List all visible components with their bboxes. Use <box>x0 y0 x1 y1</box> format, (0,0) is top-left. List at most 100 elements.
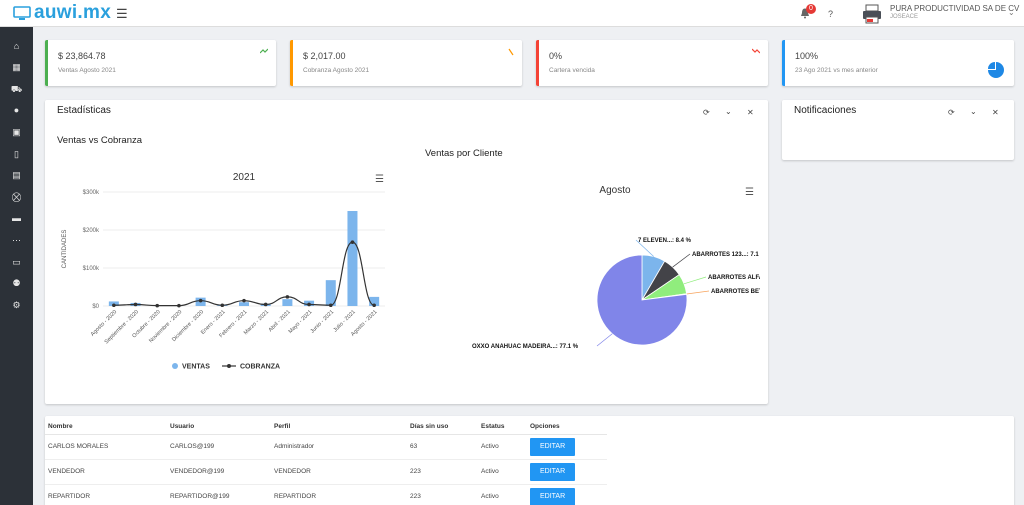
point-cobranza[interactable] <box>155 303 160 308</box>
bar-ventas[interactable] <box>239 302 249 306</box>
cart-icon[interactable]: ⛒ <box>0 190 33 204</box>
table-cell: REPARTIDOR <box>271 484 407 505</box>
stat-value: 0% <box>549 51 563 61</box>
bar-ventas[interactable] <box>347 211 358 306</box>
table-cell: REPARTIDOR@199 <box>167 484 271 505</box>
legend-cobranza-marker <box>227 364 231 368</box>
table-cell: REPARTIDOR <box>45 484 167 505</box>
app-logo[interactable]: auwi.mx <box>13 2 111 23</box>
store-icon[interactable]: ▬ <box>0 212 33 226</box>
chevron-down-icon[interactable]: ⌄ <box>1008 8 1015 17</box>
pie-label: ABARROTES 123...: 7.1 % <box>692 252 760 258</box>
y-axis-label: CANTIDADES <box>62 230 68 269</box>
options-cell: EDITAR <box>527 484 607 505</box>
table-cell: VENDEDOR@199 <box>167 459 271 485</box>
column-header: Usuario <box>167 419 271 435</box>
chart-title: 2021 <box>233 172 256 183</box>
edit-button[interactable]: EDITAR <box>530 462 576 481</box>
calculator-icon[interactable]: ▦ <box>0 61 33 75</box>
close-icon[interactable]: ✕ <box>747 108 754 117</box>
table-cell: Activo <box>478 434 527 460</box>
table-row: CARLOS MORALES CARLOS@199 Administrador 63 A… <box>45 434 607 460</box>
ventas-cobranza-title: Ventas vs Cobranza <box>57 135 143 146</box>
card-title: Notificaciones <box>794 105 857 116</box>
point-cobranza[interactable] <box>263 302 268 307</box>
column-header: Perfil <box>271 419 407 435</box>
printer-logo-icon <box>863 4 881 24</box>
pie-label: OXXO ANAHUAC MADEIRA...: 77.1 % <box>472 344 579 350</box>
point-cobranza[interactable] <box>307 302 311 307</box>
table-cell: VENDEDOR <box>45 459 167 485</box>
table-cell: 63 <box>407 434 478 460</box>
user-icon[interactable]: ● <box>0 104 33 118</box>
table-cell: CARLOS MORALES <box>45 434 167 460</box>
company-name[interactable]: PURA PRODUCTIVIDAD SA DE CV <box>890 4 1019 13</box>
stat-value: 100% <box>795 51 819 61</box>
chart-menu-icon[interactable]: ☰ <box>375 174 384 185</box>
legend-ventas-marker <box>172 363 178 369</box>
table-cell: 223 <box>407 484 478 505</box>
menu-toggle-icon[interactable]: ☰ <box>116 6 128 22</box>
chevron-down-icon[interactable]: ⌄ <box>970 107 977 116</box>
refresh-icon[interactable]: ⟳ <box>948 108 955 117</box>
column-header: Días sin uso <box>407 419 478 435</box>
trend-down-icon <box>752 48 760 54</box>
point-cobranza[interactable] <box>133 302 138 307</box>
stat-card-ventas: $ 23,864.78 Ventas Agosto 2021 <box>45 40 276 86</box>
stat-label: 23 Ago 2021 vs mes anterior <box>795 67 878 74</box>
trend-up-icon <box>260 48 268 54</box>
money-icon[interactable]: ▣ <box>0 125 33 139</box>
x-tick-label: Junio - 2021 <box>310 309 336 335</box>
legend-cobranza[interactable]: COBRANZA <box>240 364 280 371</box>
contacts-icon[interactable]: ▤ <box>0 169 33 183</box>
y-tick-label: $0 <box>92 304 99 310</box>
sidebar: ⌂ ▦ ⛟ ● ▣ ▯ ▤ ⛒ ▬ ⋯ ▭ ⚉ ⚙ <box>0 27 33 505</box>
chevron-down-icon[interactable]: ⌄ <box>725 107 732 116</box>
bar-ventas[interactable] <box>282 299 293 306</box>
pie-connector <box>672 253 691 268</box>
stat-value: $ 23,864.78 <box>58 51 106 61</box>
edit-button[interactable]: EDITAR <box>530 437 576 456</box>
card-title: Estadísticas <box>57 105 111 116</box>
chart-title: Agosto <box>599 185 631 196</box>
pie-label: 7 ELEVEN...: 8.4 % <box>638 238 692 244</box>
point-cobranza[interactable] <box>220 303 225 308</box>
point-cobranza[interactable] <box>242 298 246 303</box>
pie-connector <box>683 276 707 285</box>
point-cobranza[interactable] <box>177 303 181 308</box>
table-row: VENDEDOR VENDEDOR@199 VENDEDOR 223 Activo EDI… <box>45 459 607 485</box>
notificaciones-card: Notificaciones ⟳ ⌄ ✕ <box>782 100 1014 160</box>
top-bar: auwi.mx ☰ 0 ? PURA PRODUCTIVIDAD SA DE C… <box>0 0 1024 27</box>
point-cobranza[interactable] <box>198 298 203 303</box>
column-header: Nombre <box>45 419 167 435</box>
notification-badge: 0 <box>806 4 816 14</box>
pie-label: ABARROTES BETA...: 0.2 % <box>711 289 760 295</box>
mobile-icon[interactable]: ▯ <box>0 147 33 161</box>
share-icon[interactable]: ⋯ <box>0 233 33 247</box>
point-cobranza[interactable] <box>372 303 376 308</box>
table-cell: VENDEDOR <box>271 459 407 485</box>
help-icon[interactable]: ? <box>828 9 833 19</box>
y-tick-label: $200k <box>83 228 100 234</box>
stat-card-cobranza: $ 2,017.00 Cobranza Agosto 2021 <box>290 40 522 86</box>
stat-card-cartera: 0% Cartera vencida <box>536 40 768 86</box>
users-icon[interactable]: ⚉ <box>0 277 33 291</box>
close-icon[interactable]: ✕ <box>992 108 999 117</box>
legend-ventas[interactable]: VENTAS <box>182 364 210 371</box>
truck-icon[interactable]: ⛟ <box>0 82 33 96</box>
gear-icon[interactable]: ⚙ <box>0 298 33 312</box>
users-table: Nombre Usuario Perfil Días sin uso Estatus Op… <box>45 419 607 505</box>
point-cobranza[interactable] <box>328 303 333 308</box>
refresh-icon[interactable]: ⟳ <box>703 108 710 117</box>
edit-button[interactable]: EDITAR <box>530 487 576 505</box>
monitor-icon <box>13 6 31 20</box>
point-cobranza[interactable] <box>285 295 290 299</box>
table-cell: Activo <box>478 484 527 505</box>
point-cobranza[interactable] <box>350 240 355 244</box>
home-icon[interactable]: ⌂ <box>0 39 33 53</box>
chart-menu-icon[interactable]: ☰ <box>745 187 754 198</box>
stat-label: Cartera vencida <box>549 67 595 74</box>
clipboard-icon[interactable]: ▭ <box>0 255 33 269</box>
table-cell: Administrador <box>271 434 407 460</box>
point-cobranza[interactable] <box>112 303 116 308</box>
